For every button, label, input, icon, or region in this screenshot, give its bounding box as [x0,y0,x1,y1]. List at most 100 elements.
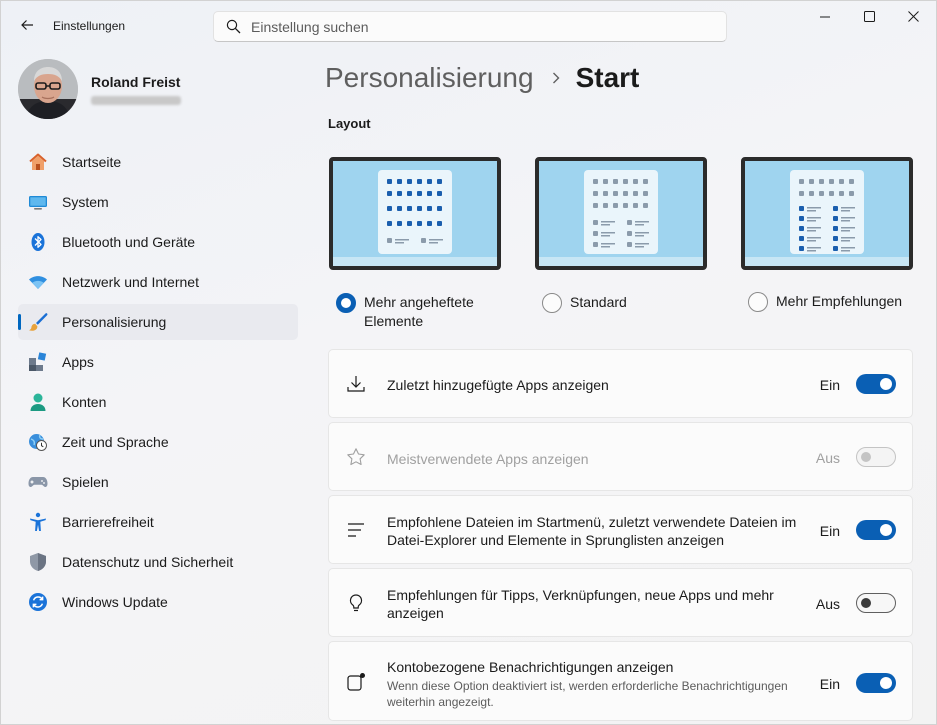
toggle-state-text: Ein [819,377,840,393]
chevron-right-icon [552,72,560,84]
toggle-state-text: Aus [815,596,840,612]
setting-label: Kontobezogene Benachrichtigungen anzeige… [387,659,674,675]
back-arrow-icon [20,18,34,37]
sidebar-item-label: Netzwerk und Internet [62,274,199,290]
close-icon [907,9,919,27]
star-icon [346,447,366,467]
profile-name: Roland Freist [91,74,181,90]
brush-icon [28,312,48,332]
setting-description: Wenn diese Option deaktiviert ist, werde… [387,679,788,709]
sidebar-item-label: Windows Update [62,594,168,610]
toggle-state-text: Ein [819,523,840,539]
bluetooth-icon [28,232,48,252]
maximize-icon [863,9,875,27]
profile-email-redacted [91,96,181,105]
breadcrumb: Personalisierung Start [325,59,639,97]
sidebar-item-label: Barrierefreiheit [62,514,154,530]
globe-clock-icon [28,432,48,452]
sidebar-item-label: Startseite [62,154,122,170]
setting-recently-added-apps: Zuletzt hinzugefügte Apps anzeigen Ein [328,349,913,418]
setting-label: Meistverwendete Apps anzeigen [387,451,589,467]
toggle-switch[interactable] [856,374,896,394]
update-icon [28,592,48,612]
toggle-state-text: Aus [815,450,840,466]
sidebar-item-label: Zeit und Sprache [62,434,169,450]
layout-preview-standard[interactable] [535,157,707,270]
taskbar-preview [539,257,703,266]
avatar[interactable] [18,59,78,119]
sidebar-item-apps[interactable]: Apps [18,344,298,380]
wifi-icon [28,272,48,292]
setting-text: Kontobezogene Benachrichtigungen anzeige… [387,658,797,710]
taskbar-preview [333,257,497,266]
gamepad-icon [28,472,48,492]
radio-button[interactable] [748,292,768,312]
sidebar-item-label: Bluetooth und Geräte [62,234,196,250]
sidebar-item-label: Konten [62,394,107,410]
accessibility-icon [28,512,48,532]
sidebar-item-netzwerk[interactable]: Netzwerk und Internet [18,264,298,300]
sidebar-item-label: Apps [62,354,94,370]
minimize-button[interactable] [802,1,848,35]
toggle-state-text: Ein [819,676,840,692]
layout-preview-more-pins[interactable] [329,157,501,270]
sidebar-item-spielen[interactable]: Spielen [18,464,298,500]
sidebar-item-barrierefreiheit[interactable]: Barrierefreiheit [18,504,298,540]
toggle-switch[interactable] [856,520,896,540]
sidebar-item-windows-update[interactable]: Windows Update [18,584,298,620]
sidebar-item-label: Spielen [62,474,109,490]
minimize-icon [820,9,830,27]
layout-option-standard[interactable]: Standard [542,293,627,313]
layout-preview-more-recommendations[interactable] [741,157,913,270]
notification-icon [346,672,366,692]
search-input[interactable] [251,18,691,35]
apps-icon [28,352,48,372]
start-menu-preview [378,170,452,254]
sidebar-nav: Startseite System Bluetooth und Geräte N… [18,144,298,624]
download-icon [346,374,366,394]
sidebar-item-label: Datenschutz und Sicherheit [62,554,234,570]
sidebar-item-personalisierung[interactable]: Personalisierung [18,304,298,340]
setting-label: Empfohlene Dateien im Startmenü, zuletzt… [387,514,797,548]
start-menu-preview [584,170,658,254]
radio-button[interactable] [542,293,562,313]
radio-button[interactable] [336,293,356,313]
search-icon [226,19,241,34]
toggle-switch[interactable] [856,593,896,613]
sidebar-item-label: Personalisierung [62,314,167,330]
section-title-layout: Layout [328,116,371,131]
breadcrumb-parent[interactable]: Personalisierung [325,62,534,94]
setting-tips-recommendations: Empfehlungen für Tipps, Verknüpfungen, n… [328,568,913,637]
sidebar-item-label: System [62,194,109,210]
setting-account-notifications: Kontobezogene Benachrichtigungen anzeige… [328,641,913,721]
sidebar-item-system[interactable]: System [18,184,298,220]
radio-label: Mehr angeheftete Elemente [364,294,474,329]
search-box[interactable] [213,11,727,42]
radio-label: Standard [570,294,627,310]
app-title: Einstellungen [53,19,126,33]
sidebar-item-startseite[interactable]: Startseite [18,144,298,180]
sidebar-item-bluetooth[interactable]: Bluetooth und Geräte [18,224,298,260]
setting-most-used-apps: Meistverwendete Apps anzeigen Aus [328,422,913,491]
sidebar-item-datenschutz[interactable]: Datenschutz und Sicherheit [18,544,298,580]
close-button[interactable] [890,1,936,35]
taskbar-preview [745,257,909,266]
toggle-switch [856,447,896,467]
lightbulb-icon [346,593,366,613]
person-icon [28,392,48,412]
layout-option-more-pins[interactable]: Mehr angeheftete Elemente [336,293,494,331]
sidebar-item-konten[interactable]: Konten [18,384,298,420]
back-button[interactable] [13,13,41,41]
monitor-icon [28,192,48,212]
start-menu-preview [790,170,864,254]
maximize-button[interactable] [846,1,892,35]
shield-icon [28,552,48,572]
setting-recommended-files: Empfohlene Dateien im Startmenü, zuletzt… [328,495,913,564]
sidebar-item-zeit-sprache[interactable]: Zeit und Sprache [18,424,298,460]
title-bar: Einstellungen [1,1,936,51]
home-icon [28,152,48,172]
toggle-switch[interactable] [856,673,896,693]
page-title: Start [575,62,640,93]
layout-option-more-recommendations[interactable]: Mehr Empfehlungen [748,292,902,312]
settings-window: Einstellungen Rolan [0,0,937,725]
